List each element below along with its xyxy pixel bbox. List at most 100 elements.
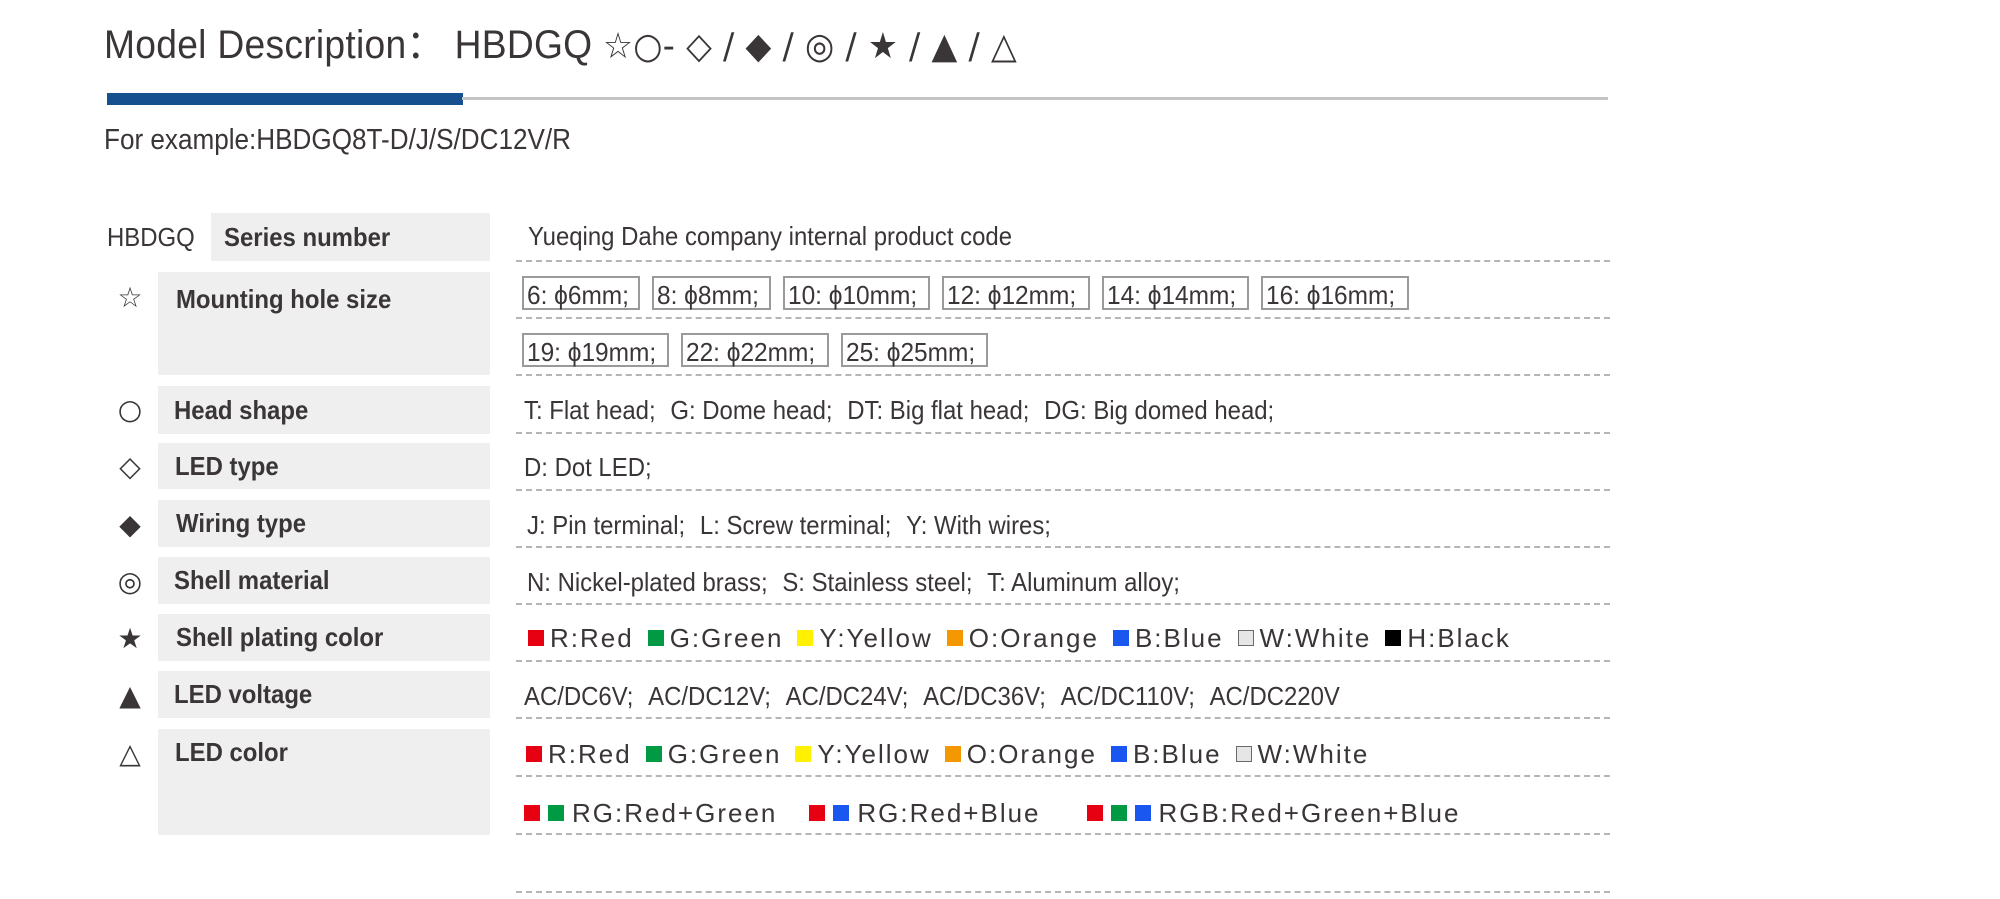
- color-label: G:Green: [669, 623, 784, 653]
- color-swatch: [797, 630, 814, 646]
- color-option: B:Blue: [1112, 622, 1224, 654]
- series-number-value: Yueqing Dahe company internal product co…: [528, 221, 1013, 251]
- color-option: W:White: [1237, 622, 1372, 654]
- chip-label: 10: ϕ10mm;: [787, 280, 918, 310]
- black-diamond-icon: ◆: [119, 508, 141, 541]
- row-label-text: LED voltage: [174, 679, 313, 709]
- color-option: Y:Yellow: [797, 622, 932, 654]
- white-triangle-icon: △: [119, 737, 141, 770]
- color-swatch: [809, 805, 826, 821]
- example-text: For example:HBDGQ8T-D/J/S/DC12V/R: [104, 124, 572, 156]
- option-item: DG: Big domed head;: [1044, 395, 1275, 425]
- chip-label: 8: ϕ8mm;: [657, 280, 760, 310]
- color-label: R:Red: [550, 623, 634, 653]
- color-label: Y:Yellow: [819, 623, 933, 653]
- row-label-text: Series number: [224, 222, 391, 252]
- option-item: L: Screw terminal;: [699, 510, 892, 540]
- color-option: H:Black: [1385, 622, 1511, 654]
- color-swatch: [1110, 746, 1127, 762]
- color-option: O:Orange: [944, 738, 1097, 770]
- color-combo-option: RGB:Red+Green+Blue: [1086, 797, 1461, 829]
- row-label-head-shape: Head shape: [158, 386, 490, 434]
- title-accent-bar: [107, 93, 463, 105]
- color-swatch: [833, 805, 850, 821]
- option-item: T: Flat head;: [524, 395, 656, 425]
- row-label-led-voltage: LED voltage: [158, 671, 490, 718]
- color-swatch: [1086, 805, 1103, 821]
- row-divider: [516, 717, 1610, 719]
- option-item: G: Dome head;: [670, 395, 833, 425]
- color-swatch: [524, 805, 540, 821]
- color-label: R:Red: [548, 739, 632, 769]
- row-divider: [516, 317, 1610, 319]
- color-combo-option: RG:Red+Blue: [809, 797, 1040, 829]
- chip-label: 25: ϕ25mm;: [845, 337, 975, 367]
- page-title: Model Description： HBDGQ ☆○- ◇ / ◆ / ◎ /…: [104, 20, 1017, 72]
- shell-plating-color-options: R:Red G:Green Y:Yellow O:Orange B:Blue W:Whit…: [528, 622, 1525, 654]
- row-label-text: Mounting hole size: [176, 284, 392, 314]
- color-label: G:Green: [667, 739, 782, 769]
- color-swatch: [1110, 805, 1127, 821]
- row-divider: [516, 489, 1610, 491]
- color-swatch: [795, 746, 812, 762]
- color-swatch: [647, 630, 664, 646]
- color-option: R:Red: [528, 622, 634, 654]
- option-item: DT: Big flat head;: [847, 395, 1030, 425]
- chip-label: 19: ϕ19mm;: [527, 337, 657, 367]
- row-label-text: LED color: [175, 737, 288, 767]
- mounting-size-chip: 25: ϕ25mm;: [840, 333, 989, 367]
- color-swatch: [946, 630, 963, 646]
- led-color-combo-options: RG:Red+Green RG:Red+Blue RGB:Red+Green+Blu…: [524, 797, 1492, 829]
- model-pattern-symbols: ☆○- ◇ / ◆ / ◎ / ★ / ▲ / △: [603, 26, 1017, 67]
- color-label: Y:Yellow: [817, 739, 931, 769]
- mounting-size-chip: 19: ϕ19mm;: [522, 333, 670, 367]
- mounting-size-options-line2: 19: ϕ19mm; 22: ϕ22mm; 25: ϕ25mm;: [522, 333, 989, 367]
- row-label-text: Shell plating color: [176, 622, 384, 652]
- row-label-led-type: LED type: [158, 443, 490, 489]
- color-label: O:Orange: [968, 623, 1099, 653]
- led-type-options: D: Dot LED;: [524, 451, 652, 483]
- mounting-size-chip: 16: ϕ16mm;: [1261, 276, 1409, 310]
- color-label: RG:Red+Blue: [857, 798, 1041, 828]
- color-swatch: [1237, 630, 1254, 646]
- black-star-icon: ★: [117, 622, 143, 655]
- color-option: B:Blue: [1110, 738, 1222, 770]
- shell-material-options: N: Nickel-plated brass; S: Stainless stee…: [527, 566, 1180, 598]
- row-label-series-number: Series number: [211, 213, 490, 261]
- chip-label: 22: ϕ22mm;: [686, 337, 816, 367]
- title-prefix: Model Description：: [104, 23, 444, 67]
- mounting-size-chip: 22: ϕ22mm;: [681, 333, 829, 367]
- color-option: O:Orange: [946, 622, 1099, 654]
- led-voltage-options: AC/DC6V; AC/DC12V; AC/DC24V; AC/DC36V; AC/DC…: [524, 680, 1340, 712]
- row-divider: [516, 603, 1610, 605]
- row-label-text: Shell material: [174, 565, 330, 595]
- white-star-icon: ☆: [117, 281, 143, 314]
- color-label: RGB:Red+Green+Blue: [1158, 798, 1461, 828]
- white-circle-icon: ○: [117, 393, 143, 426]
- row-divider: [516, 775, 1610, 777]
- color-option: R:Red: [526, 738, 632, 770]
- row-divider: [516, 891, 1610, 893]
- option-item: S: Stainless steel;: [782, 567, 973, 597]
- wiring-type-options: J: Pin terminal; L: Screw terminal; Y: Wit…: [527, 509, 1051, 541]
- mounting-size-chip: 10: ϕ10mm;: [782, 276, 931, 310]
- model-code: HBDGQ: [454, 23, 593, 67]
- row-divider: [516, 432, 1610, 434]
- bullseye-icon: ◎: [117, 565, 143, 598]
- option-item: AC/DC24V;: [785, 681, 909, 711]
- row-divider: [516, 260, 1610, 262]
- color-label: W:White: [1259, 623, 1372, 653]
- color-label: B:Blue: [1134, 623, 1224, 653]
- color-swatch: [645, 746, 662, 762]
- row-divider: [516, 833, 1610, 835]
- series-prefix-code: HBDGQ: [107, 222, 195, 252]
- chip-label: 14: ϕ14mm;: [1106, 280, 1236, 310]
- chip-label: 16: ϕ16mm;: [1266, 280, 1396, 310]
- color-label: W:White: [1257, 739, 1370, 769]
- row-label-mounting-hole-size: Mounting hole size: [158, 272, 490, 375]
- row-divider: [516, 660, 1610, 662]
- color-swatch: [1112, 630, 1129, 646]
- option-item: AC/DC6V;: [524, 681, 634, 711]
- option-item: N: Nickel-plated brass;: [527, 567, 768, 597]
- white-diamond-icon: ◇: [119, 450, 141, 483]
